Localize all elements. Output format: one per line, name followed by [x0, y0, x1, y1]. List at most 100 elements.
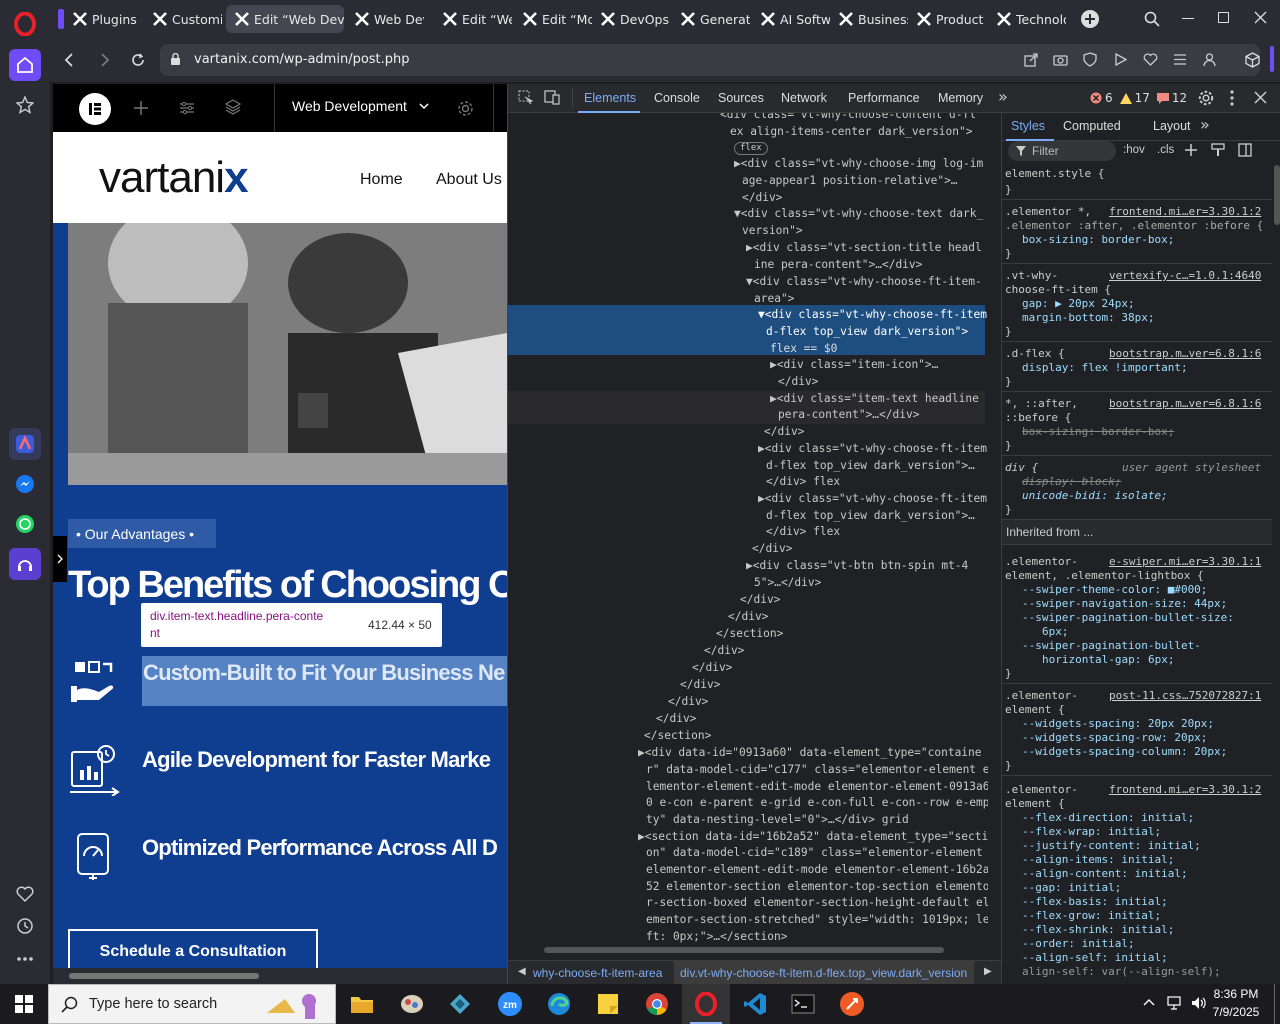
nav-about-us[interactable]: About Us	[436, 171, 502, 189]
tab-search-icon[interactable]	[1144, 11, 1160, 27]
tab-ai-software[interactable]: AI Softwa	[752, 5, 830, 33]
styles-scrollbar[interactable]	[1272, 141, 1280, 984]
cls-toggle[interactable]: .cls	[1157, 144, 1174, 156]
dom-line[interactable]: ▶<div data-id="0913a60" data-element_typ…	[638, 745, 982, 762]
dom-line[interactable]: 5">…</div>	[754, 575, 821, 592]
css-source-link[interactable]: vertexify-c…=1.0.1:4640	[1109, 269, 1261, 283]
tab-elements[interactable]: Elements	[584, 91, 636, 105]
more-icon[interactable]	[9, 943, 41, 975]
dom-line-selected[interactable]: d-flex top_view dark_version">	[766, 324, 968, 341]
dom-line[interactable]: </div>	[680, 677, 720, 694]
dom-line[interactable]: </section>	[644, 728, 711, 745]
dom-line[interactable]: ft: 0px;">…</section>	[646, 929, 787, 943]
dom-line[interactable]: 52 elementor-section elementor-top-secti…	[646, 879, 988, 896]
horizontal-scrollbar[interactable]	[53, 968, 507, 984]
css-declaration[interactable]: --flex-wrap: initial;	[1022, 825, 1161, 839]
css-declaration[interactable]: --gap: initial;	[1022, 881, 1121, 895]
dom-line[interactable]: area">	[754, 291, 794, 308]
elementor-logo-icon[interactable]	[79, 93, 111, 125]
css-selector[interactable]: .elementor :after, .elementor :before {	[1005, 219, 1263, 233]
shield-icon[interactable]	[1083, 52, 1097, 67]
sidebar-toggle-icon[interactable]	[1238, 143, 1252, 157]
breadcrumb-item[interactable]: why-choose-ft-item-area	[533, 966, 662, 980]
css-declaration[interactable]: --swiper-pagination-bullet-size:	[1022, 611, 1234, 625]
network-icon[interactable]	[1167, 996, 1183, 1010]
bookmark-heart-icon[interactable]	[1143, 53, 1158, 66]
dom-line[interactable]: ▶<section data-id="16b2a52" data-element…	[638, 829, 988, 846]
camera-icon[interactable]	[1053, 53, 1068, 66]
dom-line[interactable]: ▶<div class="vt-section-title headl	[746, 240, 982, 257]
dom-line[interactable]: ▶<div class="vt-why-choose-ft-item	[758, 491, 987, 508]
css-selector[interactable]: element, .elementor-lightbox {	[1005, 569, 1204, 583]
css-declaration[interactable]: --align-self: initial;	[1022, 951, 1168, 965]
tab-generative[interactable]: Generativ	[672, 5, 750, 33]
dom-line[interactable]: </div>	[668, 694, 708, 711]
chrome-icon[interactable]	[643, 990, 671, 1018]
flex-badge[interactable]: flex	[734, 141, 768, 155]
dom-line[interactable]: </div>	[778, 374, 818, 391]
css-declaration[interactable]: align-self: var(--align-self);	[1022, 965, 1221, 979]
css-source-link[interactable]: frontend.mi…er=3.30.1:2	[1109, 783, 1261, 797]
tab-styles[interactable]: Styles	[1011, 119, 1045, 133]
maximize-icon[interactable]	[1218, 12, 1229, 23]
tab-devops[interactable]: DevOps C	[592, 5, 670, 33]
dom-line[interactable]: version">	[742, 223, 803, 240]
dom-line[interactable]: </div>	[764, 424, 804, 441]
inspect-element-icon[interactable]	[518, 90, 533, 105]
settings-sliders-icon[interactable]	[179, 100, 195, 116]
edge-icon[interactable]	[545, 990, 573, 1018]
css-selector[interactable]: .d-flex {	[1005, 347, 1065, 361]
css-selector[interactable]: ::before {	[1005, 411, 1071, 425]
more-tabs-icon[interactable]: »	[1200, 115, 1210, 134]
tab-technology[interactable]: Technolog	[988, 5, 1066, 33]
dom-line[interactable]: ▼<div class="vt-why-choose-ft-item-	[746, 274, 982, 291]
heart-icon[interactable]	[9, 878, 41, 910]
dom-line[interactable]: lementor-element-edit-mode elementor-ele…	[646, 779, 988, 796]
css-selector[interactable]: div {	[1005, 461, 1038, 475]
dom-line[interactable]: </div>	[740, 592, 780, 609]
dom-line[interactable]: ty" data-nesting-level="0">…</div> grid	[646, 812, 909, 829]
css-declaration[interactable]: 6px;	[1042, 625, 1069, 639]
css-declaration[interactable]: --swiper-pagination-bullet-	[1022, 639, 1201, 653]
extensions-icon[interactable]	[1245, 52, 1260, 68]
scrollbar-thumb[interactable]	[69, 973, 259, 979]
device-toolbar-icon[interactable]	[544, 90, 560, 105]
error-counter[interactable]: 6 17 12	[1090, 91, 1187, 105]
css-declaration[interactable]: --align-content: initial;	[1022, 867, 1188, 881]
send-icon[interactable]	[1024, 53, 1038, 67]
schedule-consultation-button[interactable]: Schedule a Consultation	[68, 929, 318, 973]
zoom-icon[interactable]: zm	[496, 990, 524, 1018]
close-window-icon[interactable]	[1254, 11, 1267, 24]
page-settings-gear-icon[interactable]	[457, 100, 474, 117]
file-explorer-icon[interactable]	[348, 990, 376, 1018]
dom-line[interactable]: ▶<div class="vt-why-choose-img log-im	[734, 156, 983, 173]
dom-line[interactable]: </div>	[692, 660, 732, 677]
tab-edit-web[interactable]: Edit “Web	[434, 5, 512, 33]
show-desktop[interactable]	[1274, 984, 1275, 1024]
scrollbar-thumb[interactable]	[1274, 165, 1280, 225]
dom-line[interactable]: age-appear1 position-relative">…	[742, 173, 958, 190]
dom-line[interactable]: elementor-element-edit-mode elementor-el…	[646, 862, 988, 879]
css-declaration-overridden[interactable]: box-sizing: border-box;	[1022, 425, 1174, 439]
dom-line[interactable]: </div> flex	[766, 524, 840, 541]
volume-icon[interactable]	[1191, 996, 1207, 1010]
dom-line[interactable]: d-flex top_view dark_version">…	[766, 458, 975, 475]
reload-icon[interactable]	[131, 53, 145, 67]
css-source-link[interactable]: bootstrap.m…ver=6.8.1:6	[1109, 397, 1261, 411]
play-icon[interactable]	[1114, 53, 1127, 66]
terminal-icon[interactable]	[789, 990, 817, 1018]
tab-edit-web-development[interactable]: Edit “Web Devel	[226, 5, 344, 33]
dom-line[interactable]: </div> flex	[766, 474, 840, 491]
dom-line[interactable]: ▶<div class="item-icon">…	[770, 357, 938, 374]
postman-icon[interactable]	[838, 990, 866, 1018]
clock-time[interactable]: 8:36 PM	[1208, 987, 1264, 1001]
dom-line[interactable]: </section>	[716, 626, 783, 643]
panel-toggle[interactable]	[53, 536, 67, 582]
dom-line[interactable]: ine pera-content">…</div>	[754, 257, 922, 274]
nav-home[interactable]: Home	[360, 171, 403, 189]
css-declaration[interactable]: --widgets-spacing-column: 20px;	[1022, 745, 1227, 759]
app-diamond-icon[interactable]	[446, 990, 474, 1018]
css-selector[interactable]: .elementor-	[1005, 689, 1078, 703]
css-source-link[interactable]: bootstrap.m…ver=6.8.1:6	[1109, 347, 1261, 361]
breadcrumb-scroll-left[interactable]: ◀	[518, 966, 526, 977]
